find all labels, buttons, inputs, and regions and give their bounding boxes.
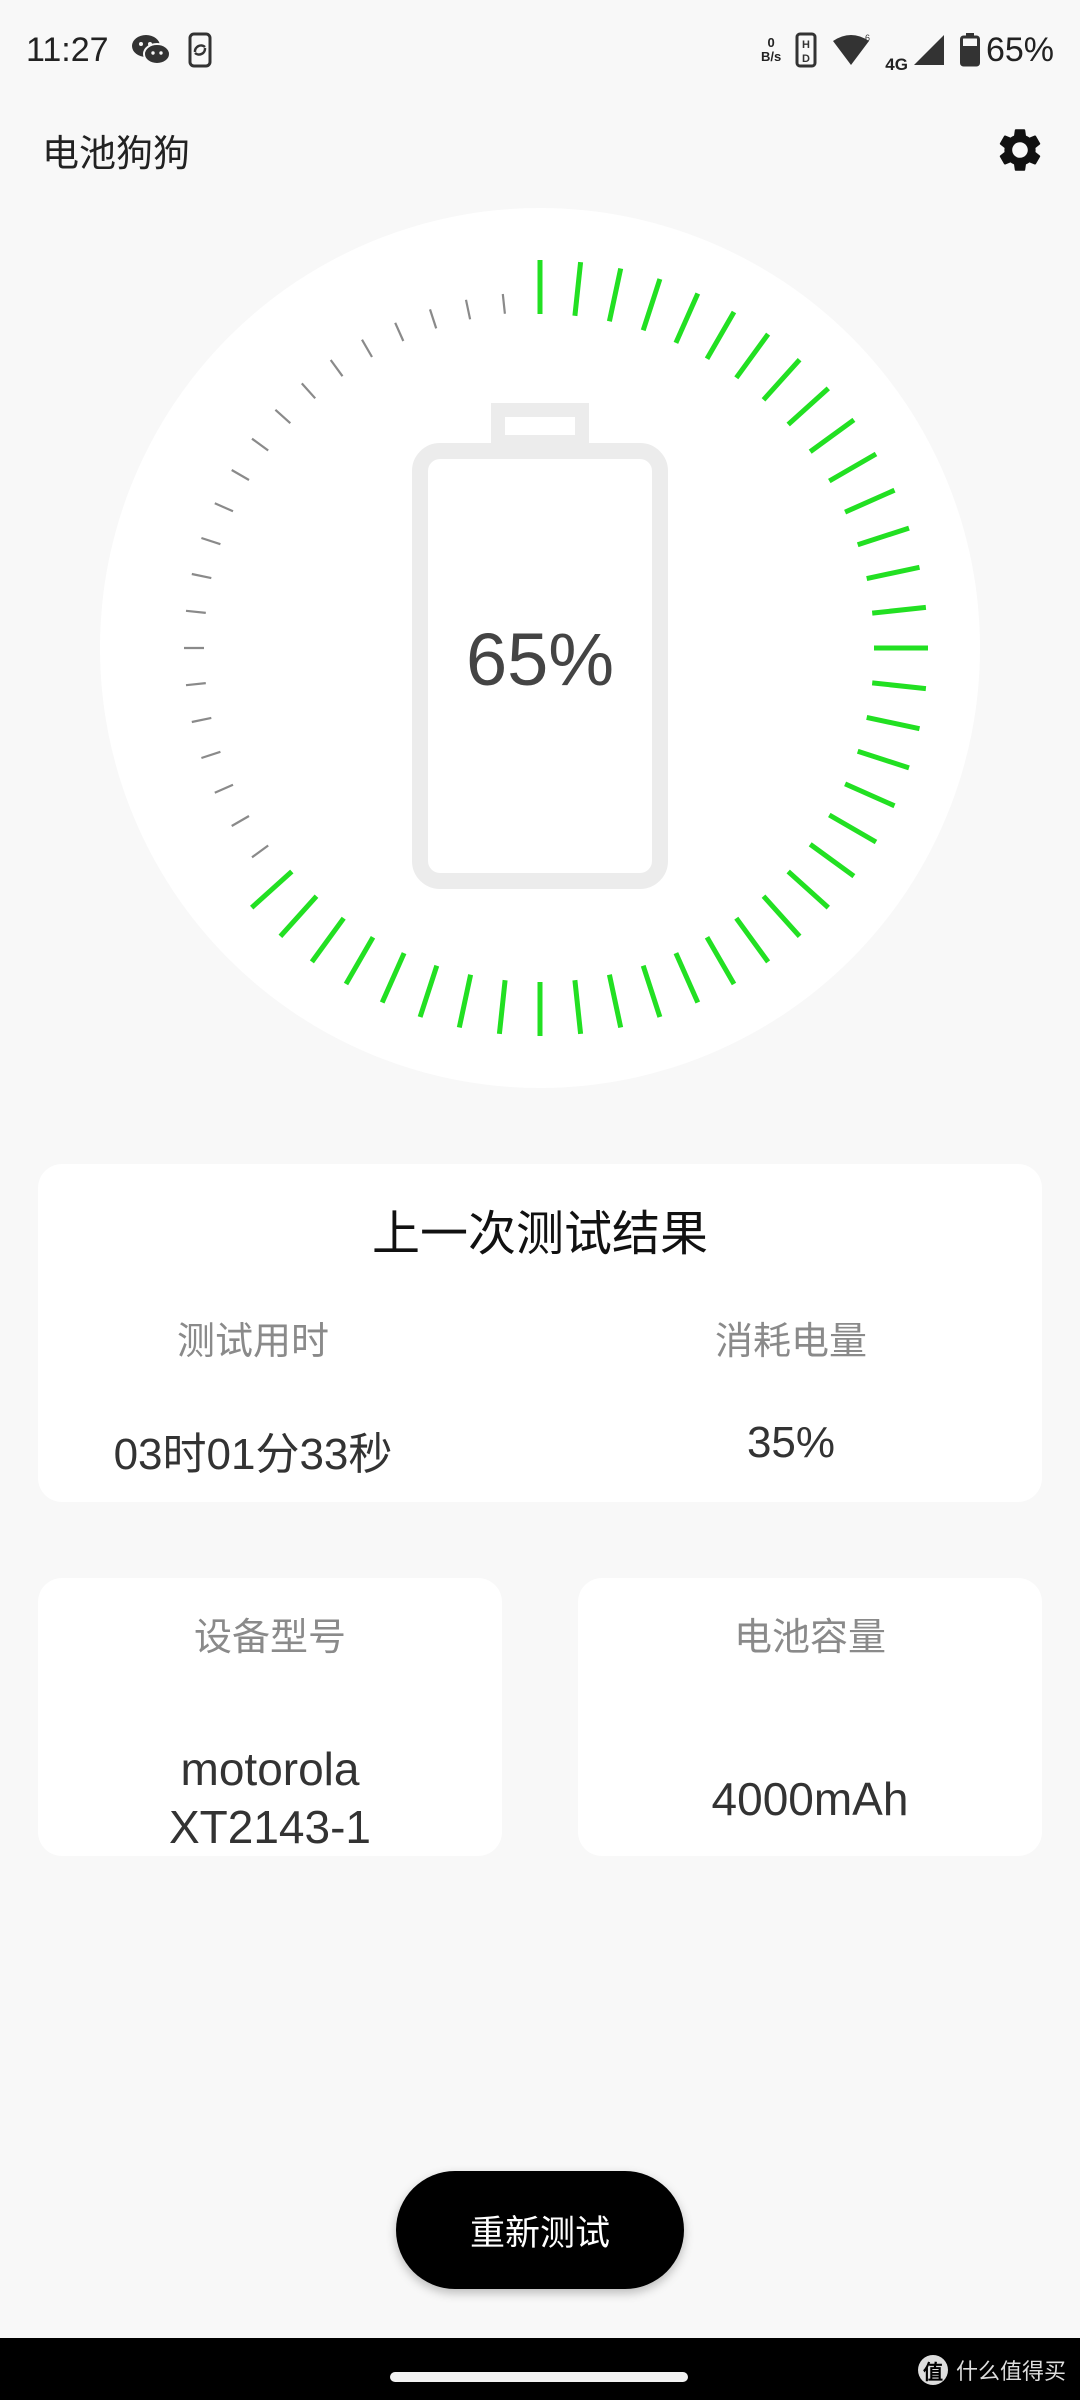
gear-icon	[999, 129, 1041, 171]
battery-capacity-label: 电池容量	[733, 1615, 886, 1659]
watermark: 值 什么值得买	[917, 2354, 1066, 2386]
wechat-icon	[131, 33, 171, 67]
retest-button[interactable]: 重新测试	[396, 2171, 684, 2289]
wifi-icon: 6	[831, 33, 871, 67]
duration-label: 测试用时	[176, 1319, 329, 1363]
network-speed-unit: B/s	[761, 49, 782, 64]
battery-icon	[959, 33, 980, 67]
app-bar: 电池狗狗	[0, 110, 1080, 190]
svg-text:D: D	[802, 53, 810, 65]
network-speed-value: 0	[767, 35, 775, 50]
app-title: 电池狗狗	[42, 132, 190, 175]
consumed-value: 35%	[746, 1418, 836, 1467]
gauge-graphic	[100, 208, 980, 1088]
battery-capacity-value: 4000mAh	[711, 1773, 909, 1825]
last-result-card: 上一次测试结果 测试用时 03时01分33秒 消耗电量 35%	[38, 1164, 1042, 1502]
battery-percent: 65%	[985, 30, 1054, 69]
network-speed: 0 B/s	[761, 36, 781, 64]
device-model-line1: motorola	[180, 1743, 360, 1795]
network-type: 4G	[885, 55, 908, 74]
watermark-logo: 值	[917, 2355, 948, 2385]
consumed-label: 消耗电量	[714, 1319, 867, 1363]
settings-button[interactable]	[988, 118, 1052, 182]
battery-gauge: 65%	[100, 208, 980, 1088]
svg-text:6: 6	[865, 33, 870, 43]
consumed-column: 消耗电量 35%	[540, 1164, 1042, 1502]
watermark-text: 什么值得买	[955, 2360, 1066, 2385]
duration-value: 03时01分33秒	[113, 1430, 393, 1479]
device-model-label: 设备型号	[193, 1615, 346, 1659]
duration-column: 测试用时 03时01分33秒	[38, 1164, 540, 1502]
gauge-disc	[100, 208, 980, 1088]
device-model-line2: XT2143-1	[168, 1801, 371, 1853]
status-bar-left: 11:27	[26, 31, 229, 70]
cell-signal-icon	[912, 33, 946, 67]
app-screen: 11:27 0 B/s H D 6 4G 65% 电池狗狗 65% 上一次测试结…	[0, 0, 1080, 2400]
home-gesture-handle[interactable]	[390, 2372, 688, 2382]
clock: 11:27	[26, 30, 109, 69]
status-bar: 11:27 0 B/s H D 6 4G 65%	[0, 0, 1080, 100]
battery-capacity-card: 电池容量 4000mAh	[578, 1578, 1042, 1856]
phone-sync-icon	[185, 32, 215, 68]
status-bar-right: 0 B/s H D 6 4G 65%	[761, 25, 1054, 75]
hd-icon: H D	[795, 32, 817, 68]
navigation-bar: 值 什么值得买	[0, 2338, 1080, 2400]
device-model-card: 设备型号 motorola XT2143-1	[38, 1578, 502, 1856]
svg-text:H: H	[802, 39, 810, 51]
device-model-value: motorola XT2143-1	[38, 1740, 502, 1856]
